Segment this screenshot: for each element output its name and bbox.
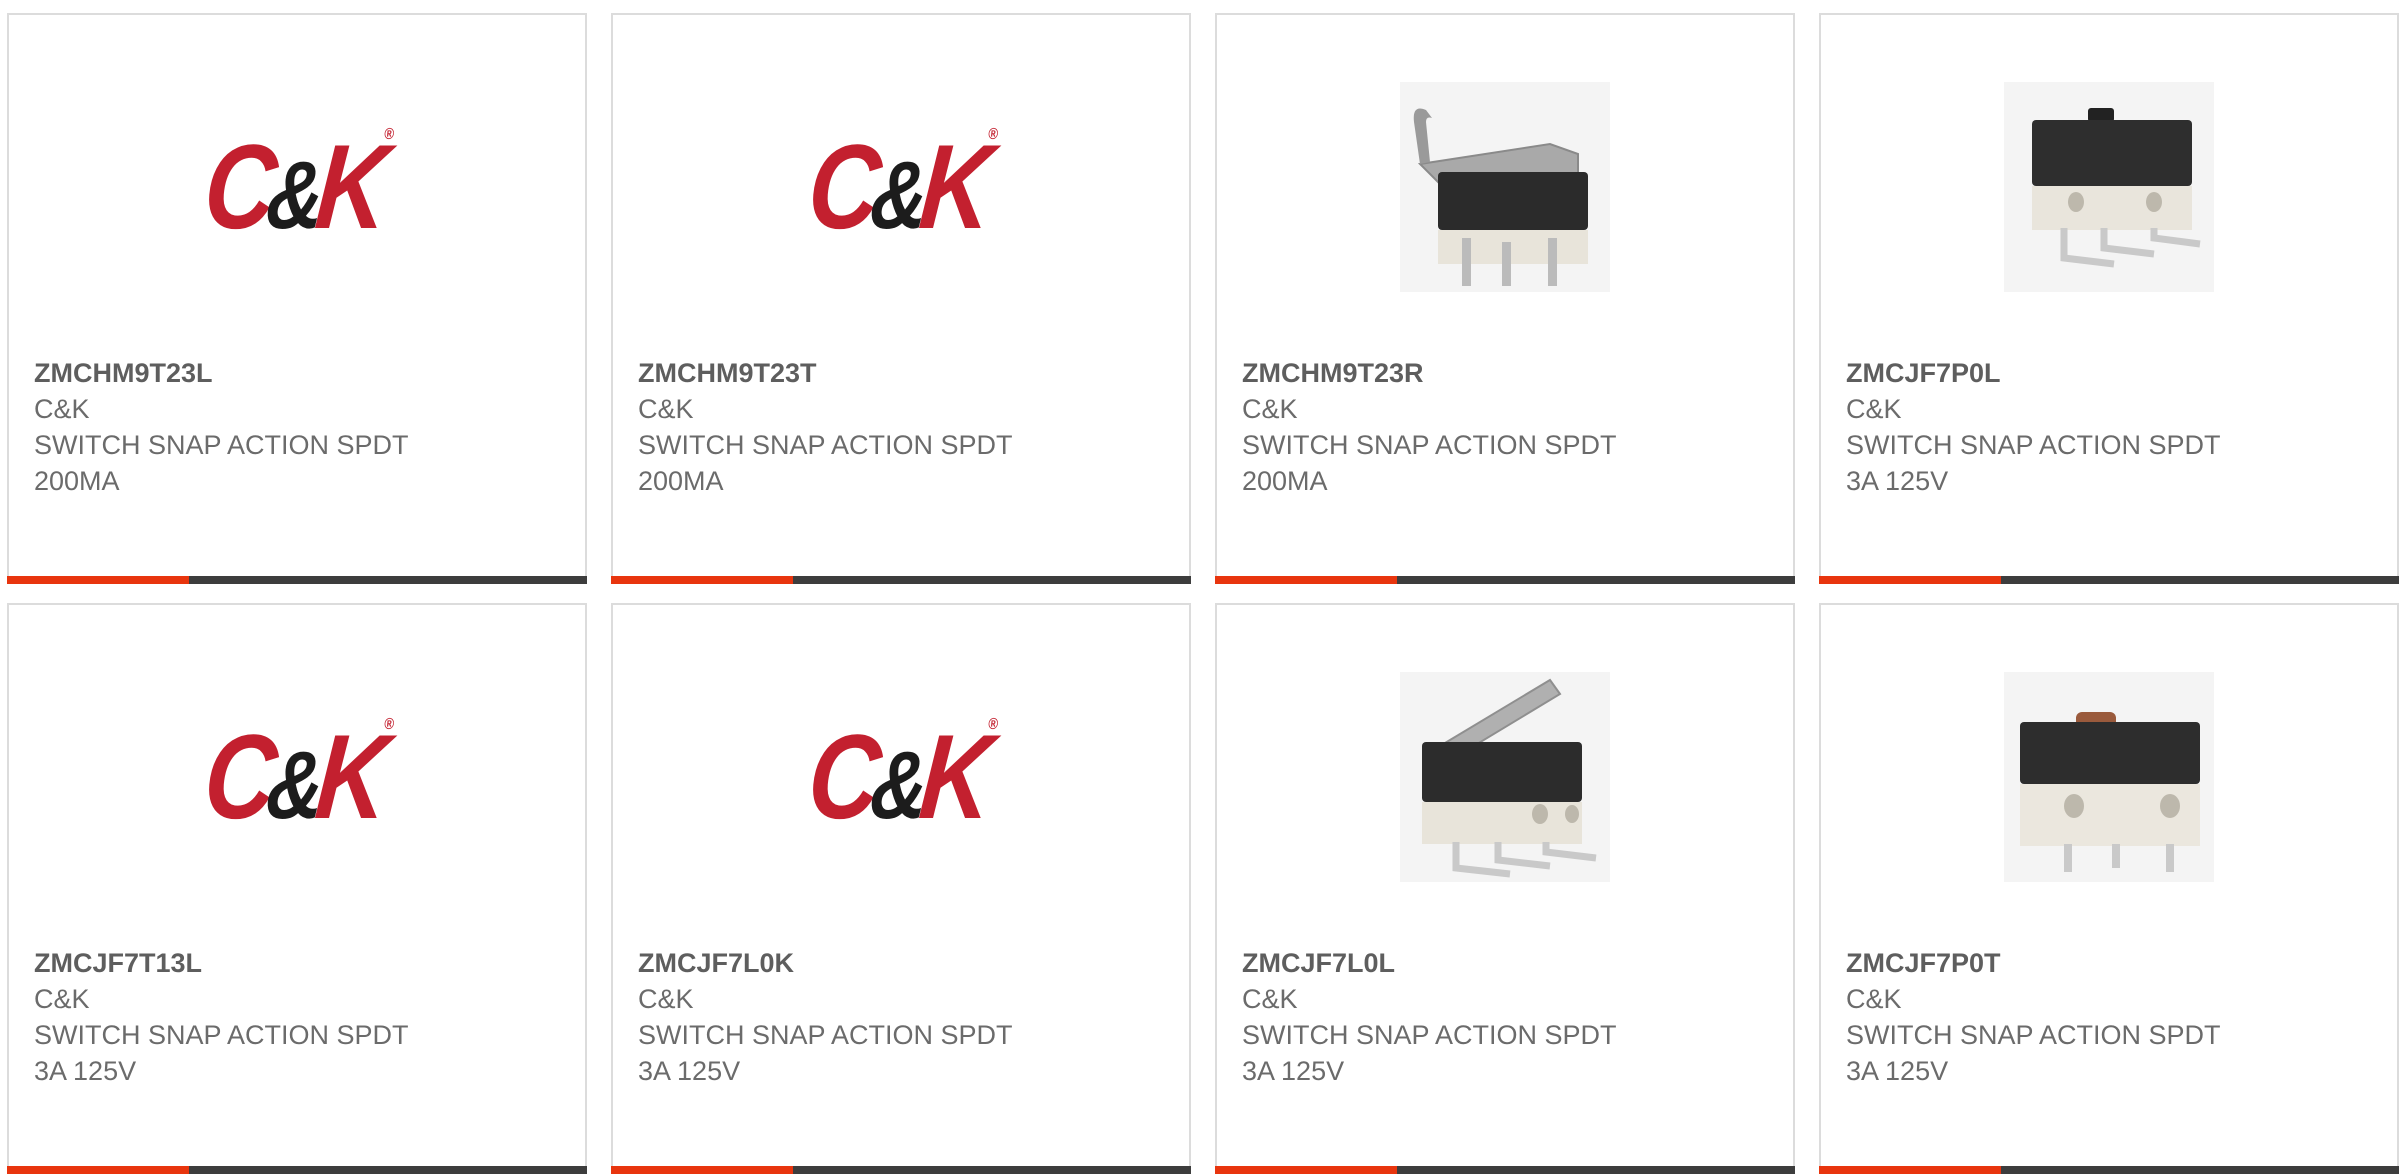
card-accent — [7, 1166, 189, 1174]
product-card[interactable]: C&K® ZMCJF7L0K C&K SWITCH SNAP ACTION SP… — [611, 603, 1191, 1174]
ck-logo: C&K® — [199, 120, 395, 254]
product-image: C&K® — [613, 77, 1189, 297]
product-image: C&K® — [9, 667, 585, 887]
description: SWITCH SNAP ACTION SPDT — [638, 430, 1013, 460]
rating: 200MA — [1242, 466, 1328, 496]
rating: 3A 125V — [1846, 466, 1949, 496]
part-number[interactable]: ZMCJF7L0K — [638, 948, 794, 978]
manufacturer: C&K — [1846, 984, 1902, 1014]
card-bottom-bar — [1215, 576, 1795, 584]
card-accent — [1819, 576, 2001, 584]
card-bottom-bar — [7, 576, 587, 584]
ck-logo: C&K® — [803, 120, 999, 254]
product-card[interactable]: ZMCJF7P0L C&K SWITCH SNAP ACTION SPDT 3A… — [1819, 13, 2399, 584]
manufacturer: C&K — [1242, 984, 1298, 1014]
description: SWITCH SNAP ACTION SPDT — [1846, 1020, 2221, 1050]
rating: 200MA — [34, 466, 120, 496]
product-image — [1821, 77, 2397, 297]
part-number[interactable]: ZMCJF7L0L — [1242, 948, 1395, 978]
product-image — [1217, 667, 1793, 887]
card-accent — [1215, 1166, 1397, 1174]
rating: 3A 125V — [1846, 1056, 1949, 1086]
rating: 200MA — [638, 466, 724, 496]
rating: 3A 125V — [1242, 1056, 1345, 1086]
manufacturer: C&K — [1846, 394, 1902, 424]
product-image — [1217, 77, 1793, 297]
description: SWITCH SNAP ACTION SPDT — [1846, 430, 2221, 460]
microswitch-flat-lever-photo — [1400, 672, 1610, 882]
card-accent — [7, 576, 189, 584]
card-accent — [611, 1166, 793, 1174]
card-accent — [611, 576, 793, 584]
card-accent — [1819, 1166, 2001, 1174]
card-bottom-bar — [1819, 576, 2399, 584]
product-image: C&K® — [613, 667, 1189, 887]
description: SWITCH SNAP ACTION SPDT — [1242, 430, 1617, 460]
product-grid: C&K® ZMCHM9T23L C&K SWITCH SNAP ACTION S… — [0, 0, 2400, 1174]
part-number[interactable]: ZMCJF7P0L — [1846, 358, 2001, 388]
product-card[interactable]: C&K® ZMCJF7T13L C&K SWITCH SNAP ACTION S… — [7, 603, 587, 1174]
description: SWITCH SNAP ACTION SPDT — [1242, 1020, 1617, 1050]
part-number[interactable]: ZMCHM9T23T — [638, 358, 817, 388]
description: SWITCH SNAP ACTION SPDT — [34, 430, 409, 460]
card-bottom-bar — [611, 1166, 1191, 1174]
card-bottom-bar — [1215, 1166, 1795, 1174]
ck-logo: C&K® — [803, 710, 999, 844]
microswitch-roller-lever-photo — [1400, 82, 1610, 292]
card-accent — [1215, 576, 1397, 584]
card-bottom-bar — [7, 1166, 587, 1174]
product-image: C&K® — [9, 77, 585, 297]
manufacturer: C&K — [34, 394, 90, 424]
ck-logo: C&K® — [199, 710, 395, 844]
product-card[interactable]: ZMCHM9T23R C&K SWITCH SNAP ACTION SPDT 2… — [1215, 13, 1795, 584]
rating: 3A 125V — [638, 1056, 741, 1086]
part-number[interactable]: ZMCJF7T13L — [34, 948, 202, 978]
product-card[interactable]: C&K® ZMCHM9T23L C&K SWITCH SNAP ACTION S… — [7, 13, 587, 584]
product-image — [1821, 667, 2397, 887]
card-bottom-bar — [1819, 1166, 2399, 1174]
microswitch-pin-plunger-photo — [2004, 672, 2214, 882]
description: SWITCH SNAP ACTION SPDT — [638, 1020, 1013, 1050]
part-number[interactable]: ZMCHM9T23L — [34, 358, 213, 388]
microswitch-pin-plunger-photo — [2004, 82, 2214, 292]
manufacturer: C&K — [638, 984, 694, 1014]
part-number[interactable]: ZMCHM9T23R — [1242, 358, 1424, 388]
rating: 3A 125V — [34, 1056, 137, 1086]
manufacturer: C&K — [1242, 394, 1298, 424]
manufacturer: C&K — [638, 394, 694, 424]
part-number[interactable]: ZMCJF7P0T — [1846, 948, 2001, 978]
product-card[interactable]: C&K® ZMCHM9T23T C&K SWITCH SNAP ACTION S… — [611, 13, 1191, 584]
card-bottom-bar — [611, 576, 1191, 584]
product-card[interactable]: ZMCJF7P0T C&K SWITCH SNAP ACTION SPDT 3A… — [1819, 603, 2399, 1174]
product-card[interactable]: ZMCJF7L0L C&K SWITCH SNAP ACTION SPDT 3A… — [1215, 603, 1795, 1174]
description: SWITCH SNAP ACTION SPDT — [34, 1020, 409, 1050]
manufacturer: C&K — [34, 984, 90, 1014]
